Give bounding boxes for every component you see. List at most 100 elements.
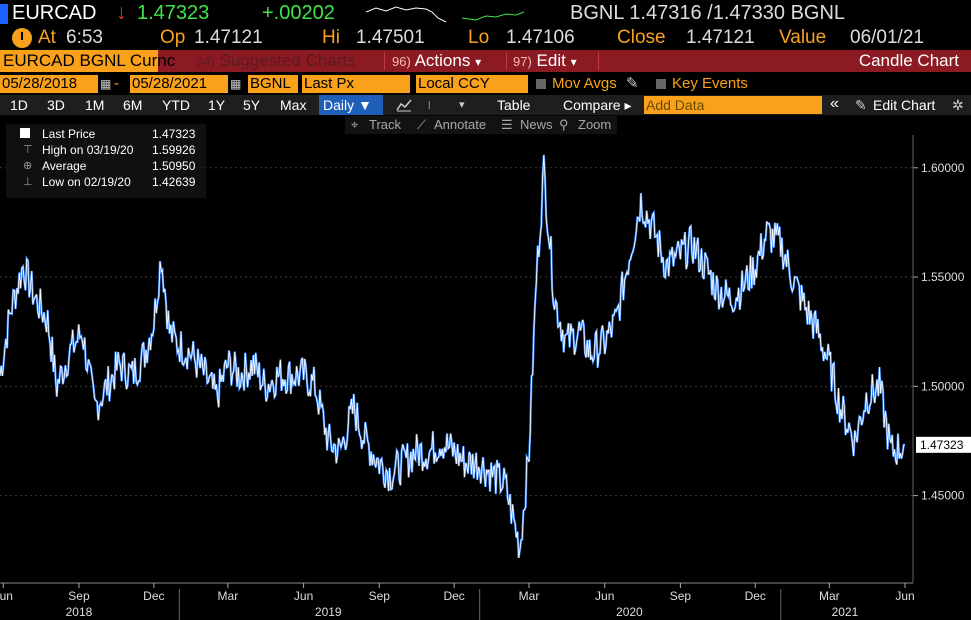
legend-high-label: High on 03/19/20 <box>42 143 134 157</box>
x-year-label: 2019 <box>315 605 342 619</box>
x-axis: JunSepDecMarJunSepDecMarJunSepDecMarJun2… <box>0 582 915 620</box>
last-price: 1.47323 <box>137 2 210 24</box>
pencil-icon[interactable]: ✎ <box>855 95 867 115</box>
currency-field[interactable]: Local CCY <box>416 75 528 93</box>
x-tick-label: Mar <box>819 589 840 603</box>
collapse-icon[interactable]: « <box>830 95 839 113</box>
source-left: BGNL <box>570 2 624 24</box>
range-ytd[interactable]: YTD <box>162 95 190 115</box>
range-5y[interactable]: 5Y <box>243 95 260 115</box>
legend-low-label: Low on 02/19/20 <box>42 175 131 189</box>
divider <box>598 52 599 70</box>
low-value: 1.47106 <box>506 27 575 48</box>
divider <box>506 52 507 70</box>
security-field[interactable]: EURCAD BGNL Curnc <box>0 50 175 72</box>
gear-icon[interactable]: ✲ <box>952 95 964 115</box>
crosshair-icon[interactable]: ⌖ <box>351 117 358 133</box>
x-tick-label: Mar <box>218 589 239 603</box>
average-marker-icon: ⊕ <box>23 160 33 172</box>
end-date-field[interactable]: 05/28/2021 <box>130 75 228 93</box>
quote-header: EURCAD ↓ 1.47323 +.00202 BGNL 1.47316 /1… <box>0 0 971 27</box>
legend-average-label: Average <box>42 159 87 173</box>
price-field[interactable]: Last Px <box>302 75 410 93</box>
calendar-icon[interactable]: ▦ <box>100 75 111 93</box>
x-tick-label: Sep <box>670 589 692 603</box>
edit-menu[interactable]: 97) Edit ▾ <box>513 50 577 73</box>
x-tick-label: Jun <box>895 589 914 603</box>
add-data-input[interactable] <box>644 96 822 114</box>
ask-price: /1.47330 <box>707 2 786 24</box>
mov-avgs-label[interactable]: Mov Avgs <box>552 75 617 93</box>
period-dropdown[interactable]: Daily ▼ <box>319 95 383 115</box>
range-1d[interactable]: 1D <box>10 95 28 115</box>
candle-icon[interactable]: ⧙ <box>428 95 431 115</box>
low-marker-icon: ⊥ <box>23 176 33 188</box>
x-tick-label: Jun <box>294 589 313 603</box>
pencil-icon[interactable]: ⟋ <box>417 117 426 133</box>
y-tick-label: 1.50000 <box>921 379 965 393</box>
x-tick-label: Mar <box>519 589 540 603</box>
range-1m[interactable]: 1M <box>85 95 104 115</box>
x-tick-label: Sep <box>369 589 391 603</box>
start-date-field[interactable]: 05/28/2018 <box>0 75 98 93</box>
high-label: Hi <box>322 27 340 48</box>
range-max[interactable]: Max <box>280 95 306 115</box>
annotate-button[interactable]: Annotate <box>434 117 486 133</box>
y-tick-label: 1.60000 <box>921 161 965 175</box>
value-label: Value <box>779 27 827 48</box>
range-6m[interactable]: 6M <box>123 95 142 115</box>
ticker-symbol[interactable]: EURCAD <box>12 2 96 25</box>
compare-button[interactable]: Compare ▸ <box>563 95 632 115</box>
sparkline-icon <box>366 6 525 23</box>
legend-last-label: Last Price <box>42 127 96 141</box>
date-separator: - <box>114 75 119 92</box>
key-events-checkbox[interactable] <box>656 79 666 89</box>
y-tick-label: 1.45000 <box>921 489 965 503</box>
close-label: Close <box>617 27 666 48</box>
range-1y[interactable]: 1Y <box>208 95 225 115</box>
track-button[interactable]: Track <box>369 117 401 133</box>
range-3d[interactable]: 3D <box>47 95 65 115</box>
close-value: 1.47121 <box>686 27 755 48</box>
open-label: Op <box>160 27 186 48</box>
table-button[interactable]: Table <box>497 95 530 115</box>
actions-menu[interactable]: 96) Actions ▾ <box>392 50 481 73</box>
key-events-label[interactable]: Key Events <box>672 75 748 93</box>
dropdown-icon[interactable]: ▾ <box>459 95 465 115</box>
chevron-down-icon: ▾ <box>570 55 577 69</box>
source-field[interactable]: BGNL <box>248 75 298 93</box>
legend-average-value: 1.50950 <box>152 159 196 173</box>
price-line <box>0 154 906 559</box>
zoom-button[interactable]: Zoom <box>578 117 611 133</box>
legend-high-value: 1.59926 <box>152 143 196 157</box>
price-line-glow <box>0 154 906 559</box>
chart-legend: Last Price 1.47323 ⊤ High on 03/19/20 1.… <box>6 124 206 198</box>
down-arrow-icon: ↓ <box>116 1 127 24</box>
x-year-label: 2020 <box>616 605 643 619</box>
mov-avgs-checkbox[interactable] <box>536 79 546 89</box>
y-tick-label: 1.55000 <box>921 270 965 284</box>
high-value: 1.47501 <box>356 27 425 48</box>
chart-tools: ⌖ Track ⟋ Annotate ☰ News ⚲ Zoom <box>345 116 617 134</box>
toolbar: 1D 3D 1M 6M YTD 1Y 5Y Max Daily ▼ ⧙ ▾ Ta… <box>0 95 971 115</box>
calendar-icon[interactable]: ▦ <box>230 75 241 93</box>
edit-chart-button[interactable]: Edit Chart <box>873 95 935 115</box>
pencil-icon[interactable]: ✎ <box>626 75 639 93</box>
suggested-charts-button[interactable]: 94) Suggested Charts <box>196 50 356 73</box>
news-icon[interactable]: ☰ <box>501 117 513 133</box>
low-label: Lo <box>468 27 490 48</box>
news-button[interactable]: News <box>520 117 553 133</box>
at-label: At <box>38 27 56 48</box>
parameters-bar: 05/28/2018 ▦ - 05/28/2021 ▦ BGNL Last Px… <box>0 73 971 94</box>
clock-icon <box>12 28 32 48</box>
zoom-icon[interactable]: ⚲ <box>559 117 569 133</box>
price-chart[interactable]: 1.60000 1.55000 1.50000 1.45000 1.47323 Jun S… <box>0 135 971 620</box>
x-year-label: 2021 <box>832 605 859 619</box>
x-year-label: 2018 <box>66 605 93 619</box>
source-right: BGNL <box>790 2 846 24</box>
chevron-down-icon: ▾ <box>475 55 482 69</box>
divider <box>384 52 385 70</box>
ohlc-bar: At 6:53 Op 1.47121 Hi 1.47501 Lo 1.47106… <box>0 27 971 50</box>
net-change: +.00202 <box>262 2 335 24</box>
line-chart-icon[interactable] <box>396 98 412 112</box>
